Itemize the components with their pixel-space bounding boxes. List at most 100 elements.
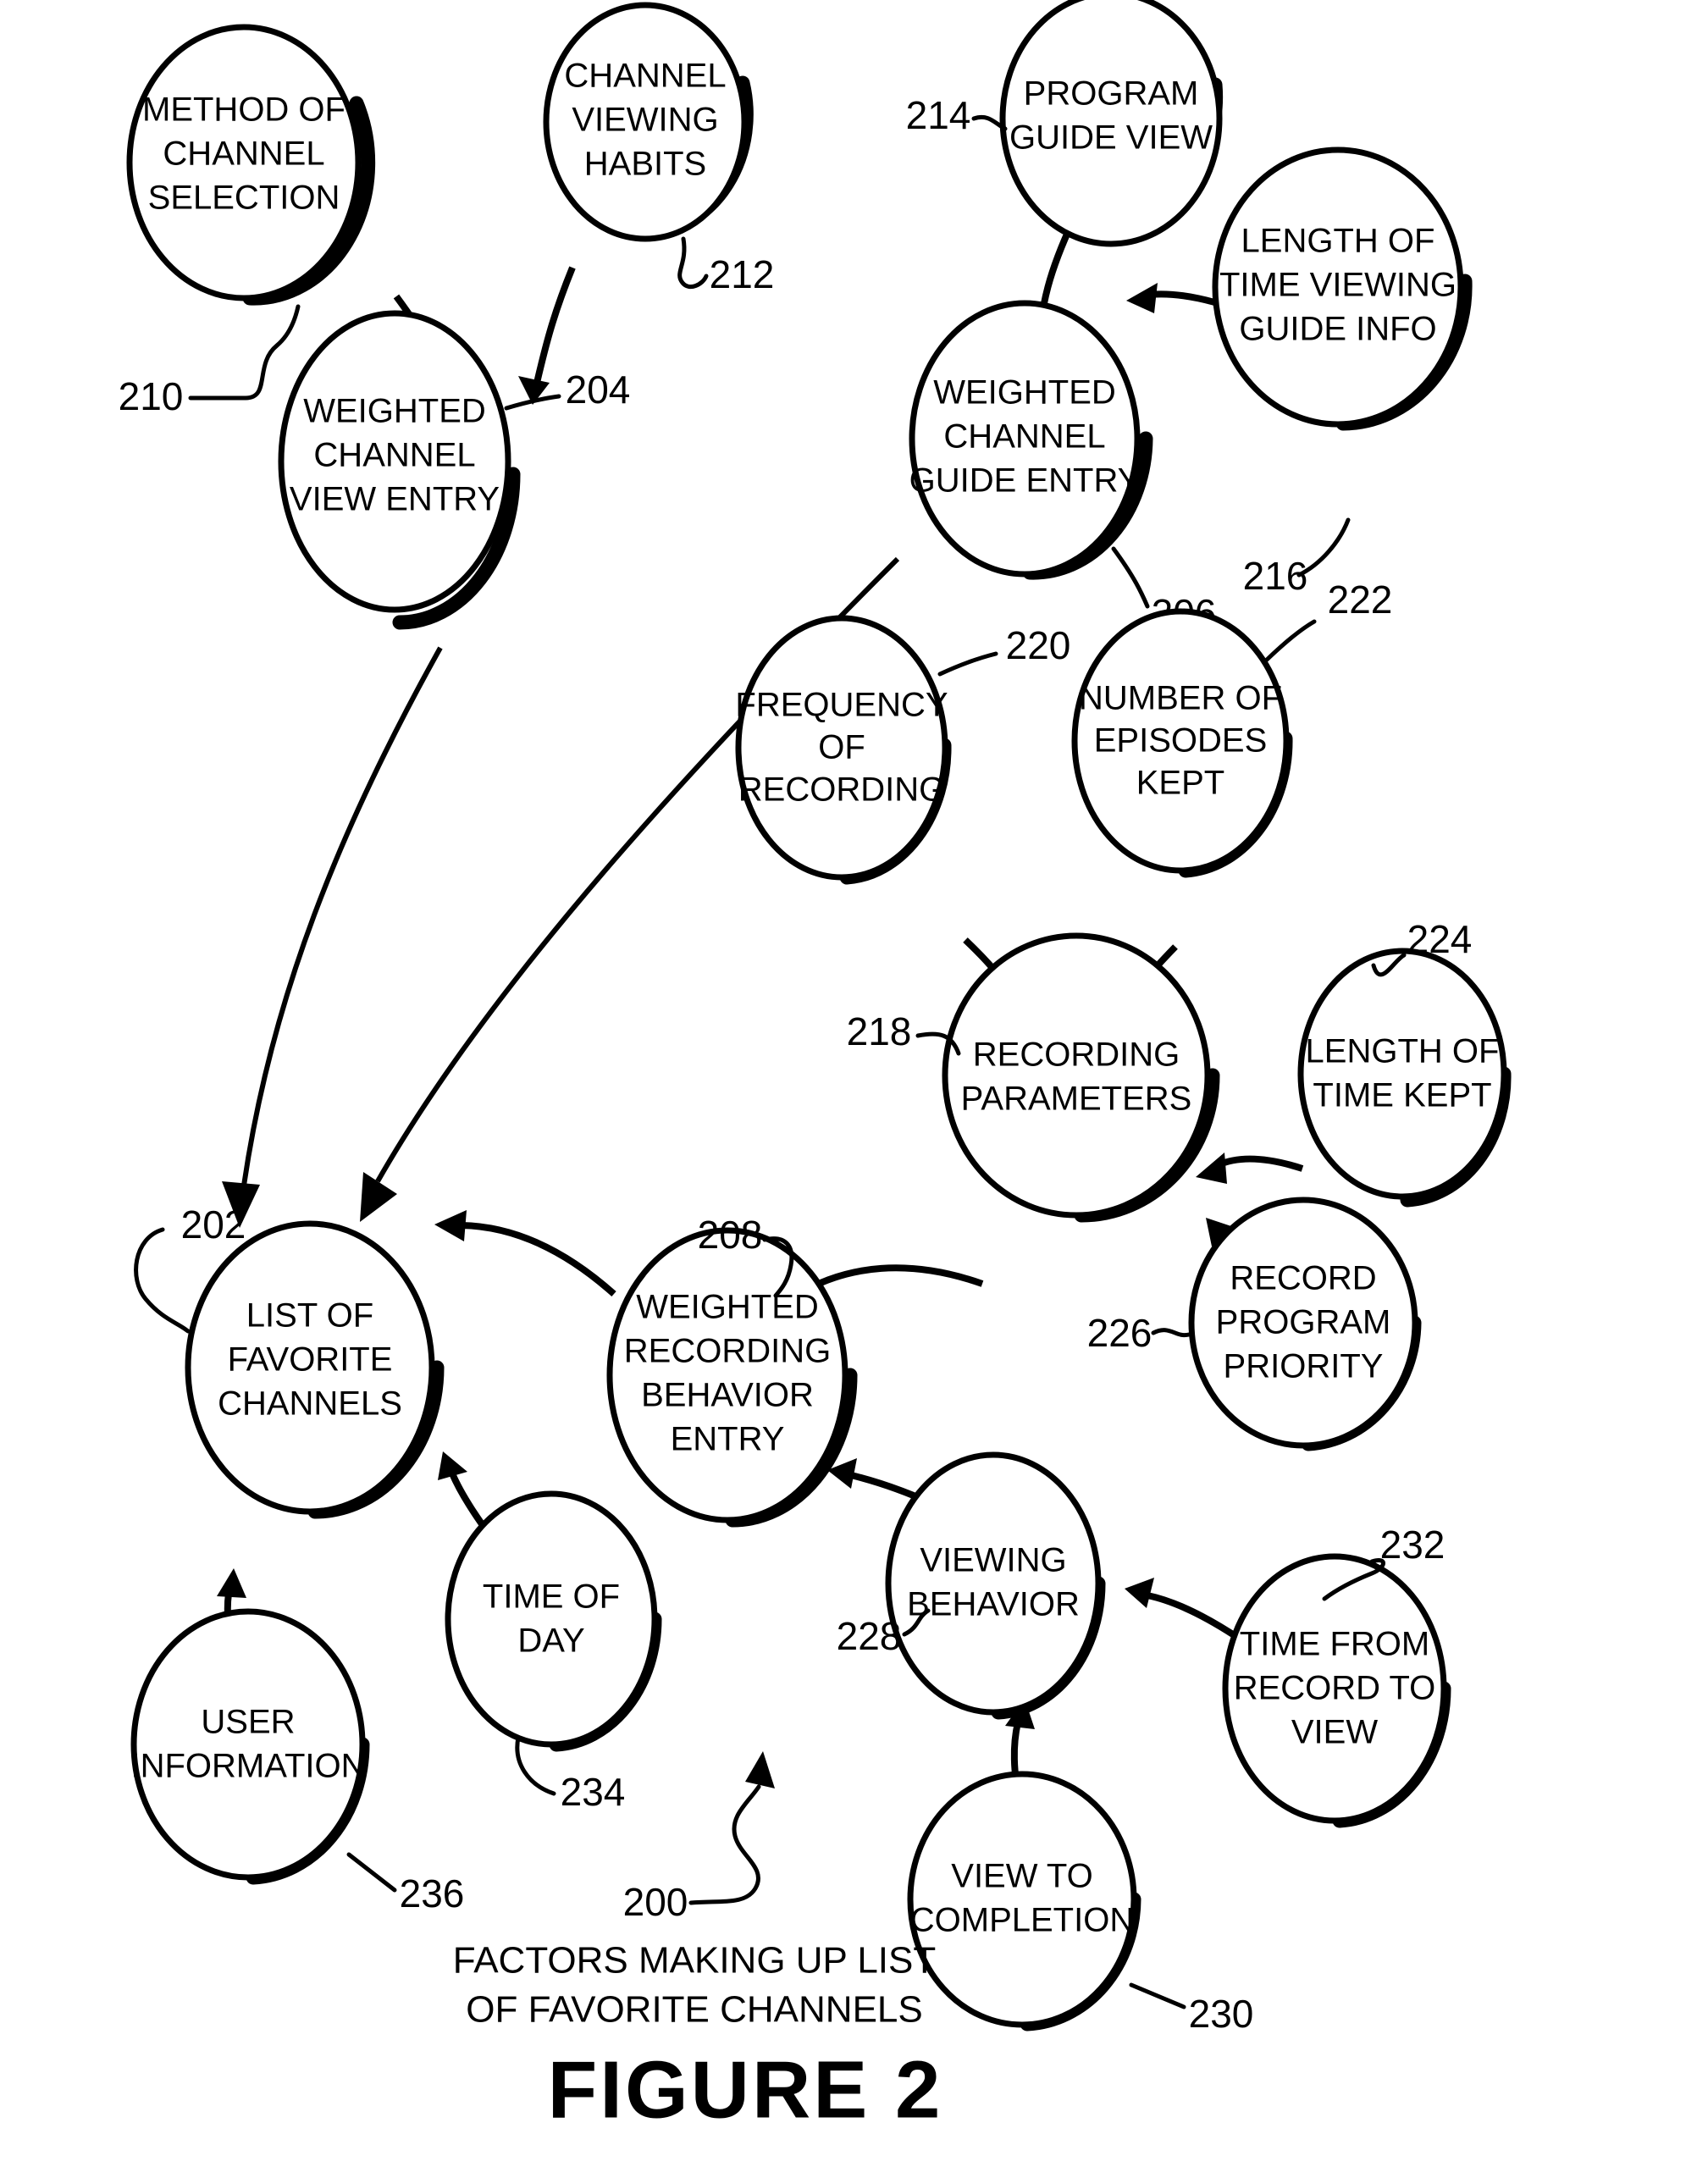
ref-number-236: 236 <box>400 1871 465 1915</box>
node-label-214-line-1: GUIDE VIEW <box>1009 119 1213 157</box>
node-label-226-line-0: RECORD <box>1230 1260 1376 1297</box>
node-time-of-day[interactable]: TIME OF DAY <box>445 1490 662 1752</box>
node-recording-parameters[interactable]: RECORDING PARAMETERS <box>942 932 1220 1223</box>
leader-line-230 <box>1129 1982 1186 2009</box>
node-viewing-behavior[interactable]: VIEWING BEHAVIOR <box>885 1451 1106 1720</box>
ref-number-210: 210 <box>119 374 184 418</box>
arrowhead-timefromrecord-to-viewbehavior <box>1125 1578 1154 1608</box>
leader-line-236 <box>346 1852 397 1893</box>
leader-line-200 <box>688 1784 761 1905</box>
edge-habits-to-view-entry <box>533 266 576 384</box>
node-label-208-line-2: BEHAVIOR <box>641 1377 814 1414</box>
node-view-to-completion[interactable]: VIEW TO COMPLETION <box>907 1771 1141 2032</box>
leader-line-210 <box>188 304 301 401</box>
node-label-220-line-2: RECORDING <box>738 771 945 809</box>
node-label-210-line-0: METHOD OF <box>142 91 345 129</box>
ref-number-204: 204 <box>566 368 631 412</box>
patent-figure-page: METHOD OF CHANNEL SELECTION 210 CHANNEL … <box>0 0 1708 2178</box>
node-label-204-line-0: WEIGHTED <box>303 393 486 430</box>
node-label-230-line-1: COMPLETION <box>910 1902 1134 1939</box>
ref-number-216: 216 <box>1243 554 1308 598</box>
ref-number-202: 202 <box>181 1202 246 1247</box>
node-list-of-favorite-channels[interactable]: LIST OF FAVORITE CHANNELS <box>185 1220 445 1519</box>
node-length-of-time-viewing-guide-info[interactable]: LENGTH OF TIME VIEWING GUIDE INFO <box>1212 146 1473 431</box>
node-label-224-line-1: TIME KEPT <box>1313 1077 1491 1114</box>
ref-callout-214: 214 <box>906 93 1008 137</box>
node-outline-224 <box>1297 948 1507 1200</box>
ref-number-222: 222 <box>1328 578 1393 622</box>
ref-number-232: 232 <box>1380 1523 1445 1567</box>
node-label-230-line-0: VIEW TO <box>951 1858 1092 1895</box>
caption-line-2: OF FAVORITE CHANNELS <box>466 1989 923 2031</box>
node-label-214-line-0: PROGRAM <box>1024 75 1199 113</box>
node-outline-218 <box>942 932 1211 1219</box>
node-label-234-line-1: DAY <box>517 1622 584 1660</box>
node-weighted-channel-view-entry[interactable]: WEIGHTED CHANNEL VIEW ENTRY <box>278 310 521 630</box>
edge-view-entry-to-favorites <box>241 646 443 1186</box>
node-record-program-priority[interactable]: RECORD PROGRAM PRIORITY <box>1188 1197 1422 1451</box>
ref-number-200: 200 <box>623 1880 688 1924</box>
node-user-information[interactable]: USER INFORMATION <box>130 1608 370 1885</box>
arrowhead-200 <box>745 1751 775 1788</box>
node-label-212-line-2: HABITS <box>584 146 706 183</box>
node-label-206-line-0: WEIGHTED <box>933 374 1116 412</box>
node-program-guide-view[interactable]: PROGRAM GUIDE VIEW <box>999 0 1224 247</box>
arrowhead-timeofday-to-favorites <box>438 1451 467 1480</box>
ref-number-208: 208 <box>698 1213 763 1257</box>
node-label-218-line-0: RECORDING <box>973 1036 1180 1074</box>
node-time-from-record-to-view[interactable]: TIME FROM RECORD TO VIEW <box>1222 1553 1451 1828</box>
ref-callout-230: 230 <box>1129 1982 1254 2036</box>
node-label-218-line-1: PARAMETERS <box>961 1081 1192 1118</box>
patent-figure-diagram: METHOD OF CHANNEL SELECTION 210 CHANNEL … <box>119 0 1512 2135</box>
arrowhead-userinfo-to-favorites <box>217 1568 246 1598</box>
node-label-208-line-0: WEIGHTED <box>636 1289 819 1326</box>
node-method-of-channel-selection[interactable]: METHOD OF CHANNEL SELECTION <box>126 24 376 306</box>
ref-callout-236: 236 <box>346 1852 465 1915</box>
node-label-232-line-2: VIEW <box>1291 1714 1378 1751</box>
node-label-220-line-0: FREQUENCY <box>735 687 948 724</box>
node-frequency-of-recording[interactable]: FREQUENCY OF RECORDING <box>735 615 952 885</box>
ref-number-234: 234 <box>561 1770 626 1814</box>
node-outline-208 <box>606 1227 848 1523</box>
ref-callout-204: 204 <box>504 368 631 412</box>
node-label-236-line-0: USER <box>201 1704 295 1741</box>
ref-callout-226: 226 <box>1087 1311 1191 1355</box>
leader-line-226 <box>1151 1328 1191 1338</box>
edge-lengthkept-to-recparams <box>1216 1155 1304 1172</box>
node-label-206-line-2: GUIDE ENTRY <box>909 462 1141 500</box>
node-channel-viewing-habits[interactable]: CHANNEL VIEWING HABITS <box>543 2 754 242</box>
node-label-212-line-1: VIEWING <box>572 102 718 139</box>
node-label-228-line-0: VIEWING <box>920 1542 1066 1579</box>
node-label-202-line-1: FAVORITE <box>228 1341 393 1379</box>
edge-timefromrecord-to-viewbehavior <box>1147 1592 1243 1643</box>
node-outline-234 <box>445 1490 658 1748</box>
node-label-210-line-1: CHANNEL <box>163 135 324 173</box>
leader-line-212 <box>677 236 709 289</box>
node-label-206-line-1: CHANNEL <box>943 418 1105 456</box>
ref-number-224: 224 <box>1407 917 1473 961</box>
node-label-222-line-1: EPISODES <box>1094 722 1268 760</box>
node-label-208-line-3: ENTRY <box>671 1421 785 1458</box>
ref-callout-218: 218 <box>847 1009 961 1056</box>
leader-line-222 <box>1263 619 1317 663</box>
node-label-216-line-2: GUIDE INFO <box>1239 311 1436 348</box>
node-label-232-line-0: TIME FROM <box>1240 1626 1429 1663</box>
ref-number-212: 212 <box>710 252 775 296</box>
ref-callout-200: 200 <box>623 1751 775 1924</box>
node-outline-236 <box>130 1608 366 1881</box>
node-outline-230 <box>907 1771 1137 2028</box>
node-label-234-line-0: TIME OF <box>483 1578 620 1616</box>
caption-line-1: FACTORS MAKING UP LIST <box>453 1940 937 1982</box>
node-label-226-line-1: PROGRAM <box>1216 1304 1391 1341</box>
node-number-of-episodes-kept[interactable]: NUMBER OF EPISODES KEPT <box>1071 608 1293 878</box>
node-length-of-time-kept[interactable]: LENGTH OF TIME KEPT <box>1297 948 1512 1208</box>
node-label-216-line-0: LENGTH OF <box>1241 223 1435 260</box>
ref-number-230: 230 <box>1189 1992 1254 2036</box>
node-label-204-line-2: VIEW ENTRY <box>290 481 500 518</box>
ref-callout-210: 210 <box>119 304 301 418</box>
node-label-224-line-0: LENGTH OF <box>1306 1033 1500 1070</box>
ref-number-218: 218 <box>847 1009 912 1053</box>
node-weighted-channel-guide-entry[interactable]: WEIGHTED CHANNEL GUIDE ENTRY <box>909 300 1153 580</box>
node-label-210-line-2: SELECTION <box>148 180 340 217</box>
node-weighted-recording-behavior-entry[interactable]: WEIGHTED RECORDING BEHAVIOR ENTRY <box>606 1227 858 1528</box>
